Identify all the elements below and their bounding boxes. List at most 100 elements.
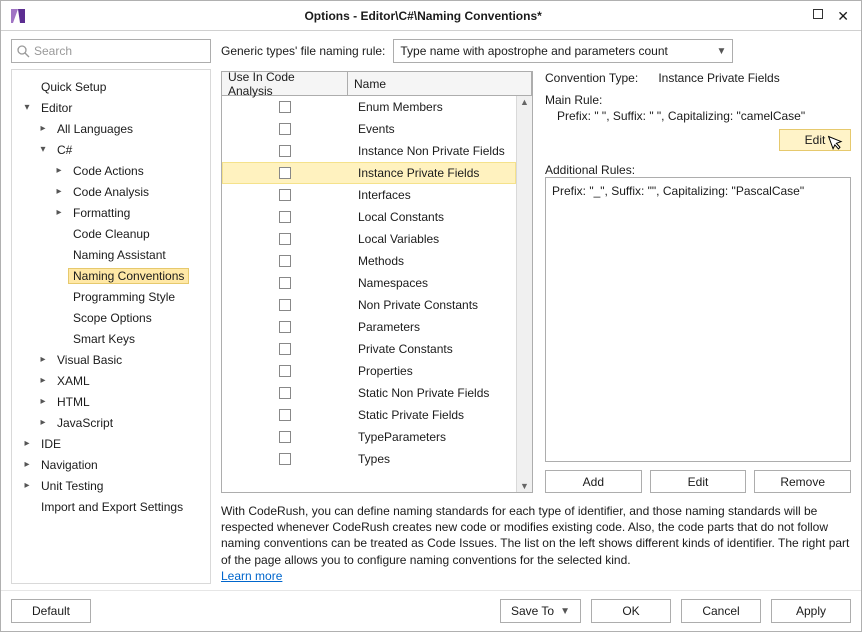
use-in-analysis-checkbox[interactable] [279, 431, 291, 443]
expand-icon[interactable] [22, 459, 32, 470]
learn-more-link[interactable]: Learn more [221, 569, 282, 583]
tree-quick-setup[interactable]: Quick Setup [36, 79, 111, 95]
use-in-analysis-checkbox[interactable] [279, 387, 291, 399]
expand-icon[interactable] [22, 438, 32, 449]
table-row[interactable]: Non Private Constants [222, 294, 516, 316]
vertical-scrollbar[interactable]: ▲ ▼ [516, 96, 532, 492]
table-row[interactable]: TypeParameters [222, 426, 516, 448]
tree-all-languages[interactable]: All Languages [52, 121, 138, 137]
use-in-analysis-checkbox[interactable] [279, 453, 291, 465]
tree-unit-testing[interactable]: Unit Testing [36, 478, 108, 494]
expand-icon[interactable] [38, 417, 48, 428]
table-row[interactable]: Parameters [222, 316, 516, 338]
tree-code-actions[interactable]: Code Actions [68, 163, 149, 179]
tree-html[interactable]: HTML [52, 394, 95, 410]
expand-icon[interactable] [54, 165, 64, 176]
tree-csharp[interactable]: C# [52, 142, 77, 158]
ok-button[interactable]: OK [591, 599, 671, 623]
tree-scope-options[interactable]: Scope Options [68, 310, 157, 326]
edit-main-rule-button[interactable]: Edit [779, 129, 851, 151]
tree-navigation[interactable]: Navigation [36, 457, 103, 473]
use-in-analysis-checkbox[interactable] [279, 299, 291, 311]
tree-import-export[interactable]: Import and Export Settings [36, 499, 188, 515]
chevron-down-icon: ▼ [716, 46, 726, 57]
file-naming-rule-combo[interactable]: Type name with apostrophe and parameters… [393, 39, 733, 63]
tree-ide[interactable]: IDE [36, 436, 66, 452]
tree-javascript[interactable]: JavaScript [52, 415, 118, 431]
table-row[interactable]: Interfaces [222, 184, 516, 206]
table-row[interactable]: Instance Non Private Fields [222, 140, 516, 162]
tree-visual-basic[interactable]: Visual Basic [52, 352, 127, 368]
search-icon [16, 44, 30, 58]
expand-icon[interactable] [38, 396, 48, 407]
use-in-analysis-checkbox[interactable] [279, 167, 291, 179]
use-in-analysis-checkbox[interactable] [279, 409, 291, 421]
table-row[interactable]: Local Constants [222, 206, 516, 228]
tree-editor[interactable]: Editor [36, 100, 77, 116]
row-name: Events [348, 122, 516, 136]
row-name: Static Non Private Fields [348, 386, 516, 400]
scroll-down-icon[interactable]: ▼ [520, 481, 529, 491]
remove-rule-button[interactable]: Remove [754, 470, 851, 493]
expand-icon[interactable] [22, 480, 32, 491]
additional-rule-item[interactable]: Prefix: "_", Suffix: "", Capitalizing: "… [552, 182, 844, 200]
close-button[interactable]: ✕ [837, 9, 849, 23]
tree-code-cleanup[interactable]: Code Cleanup [68, 226, 155, 242]
tree-naming-assistant[interactable]: Naming Assistant [68, 247, 171, 263]
use-in-analysis-checkbox[interactable] [279, 123, 291, 135]
expand-icon[interactable] [38, 123, 48, 134]
options-tree[interactable]: Quick Setup Editor All Languages C# Code… [11, 69, 211, 584]
file-naming-rule-value: Type name with apostrophe and parameters… [400, 44, 668, 58]
tree-code-analysis[interactable]: Code Analysis [68, 184, 154, 200]
use-in-analysis-checkbox[interactable] [279, 255, 291, 267]
tree-formatting[interactable]: Formatting [68, 205, 135, 221]
use-in-analysis-checkbox[interactable] [279, 343, 291, 355]
use-in-analysis-checkbox[interactable] [279, 101, 291, 113]
use-in-analysis-checkbox[interactable] [279, 233, 291, 245]
column-name-header[interactable]: Name [348, 72, 532, 95]
tree-smart-keys[interactable]: Smart Keys [68, 331, 140, 347]
table-row[interactable]: Local Variables [222, 228, 516, 250]
table-row[interactable]: Properties [222, 360, 516, 382]
row-name: Methods [348, 254, 516, 268]
expand-icon[interactable] [54, 207, 64, 218]
use-in-analysis-checkbox[interactable] [279, 211, 291, 223]
table-row[interactable]: Events [222, 118, 516, 140]
expand-icon[interactable] [38, 144, 48, 155]
table-row[interactable]: Static Private Fields [222, 404, 516, 426]
apply-button[interactable]: Apply [771, 599, 851, 623]
table-row[interactable]: Types [222, 448, 516, 470]
save-to-button[interactable]: Save To ▼ [500, 599, 581, 623]
edit-rule-button[interactable]: Edit [650, 470, 747, 493]
expand-icon[interactable] [38, 354, 48, 365]
table-row[interactable]: Private Constants [222, 338, 516, 360]
table-row[interactable]: Enum Members [222, 96, 516, 118]
use-in-analysis-checkbox[interactable] [279, 365, 291, 377]
bottom-button-bar: Default Save To ▼ OK Cancel Apply [1, 590, 861, 631]
table-row[interactable]: Namespaces [222, 272, 516, 294]
use-in-analysis-checkbox[interactable] [279, 189, 291, 201]
add-rule-button[interactable]: Add [545, 470, 642, 493]
maximize-button[interactable] [813, 9, 823, 19]
search-input[interactable]: Search [11, 39, 211, 63]
expand-icon[interactable] [22, 102, 32, 113]
expand-icon[interactable] [54, 186, 64, 197]
identifier-kind-table: Use In Code Analysis Name Enum Members Ev… [221, 71, 533, 493]
column-use-header[interactable]: Use In Code Analysis [222, 72, 348, 95]
additional-rules-list[interactable]: Prefix: "_", Suffix: "", Capitalizing: "… [545, 177, 851, 462]
use-in-analysis-checkbox[interactable] [279, 321, 291, 333]
use-in-analysis-checkbox[interactable] [279, 145, 291, 157]
use-in-analysis-checkbox[interactable] [279, 277, 291, 289]
scroll-up-icon[interactable]: ▲ [520, 97, 529, 107]
table-row[interactable]: Methods [222, 250, 516, 272]
cancel-button[interactable]: Cancel [681, 599, 761, 623]
table-row[interactable]: Instance Private Fields [222, 162, 516, 184]
table-row[interactable]: Static Non Private Fields [222, 382, 516, 404]
row-name: Local Constants [348, 210, 516, 224]
tree-programming-style[interactable]: Programming Style [68, 289, 180, 305]
default-button[interactable]: Default [11, 599, 91, 623]
additional-rules-label: Additional Rules: [545, 163, 851, 177]
expand-icon[interactable] [38, 375, 48, 386]
tree-naming-conventions[interactable]: Naming Conventions [68, 268, 189, 284]
tree-xaml[interactable]: XAML [52, 373, 95, 389]
